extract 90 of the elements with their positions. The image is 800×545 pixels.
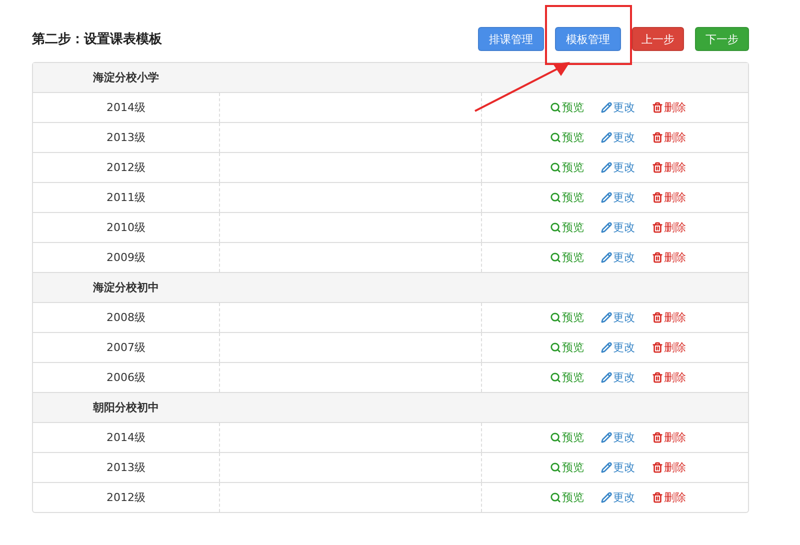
pencil-icon [601,372,612,383]
pencil-icon [601,192,612,203]
grade-cell: 2014级 [33,93,220,122]
search-icon [550,162,561,173]
page-title: 第二步：设置课表模板 [32,31,162,48]
pencil-icon [601,462,612,473]
edit-link[interactable]: 更改 [601,370,635,385]
pencil-icon [601,492,612,503]
edit-link[interactable]: 更改 [601,100,635,115]
trash-icon [652,342,663,353]
preview-link[interactable]: 预览 [550,310,584,325]
trash-icon [652,132,663,143]
delete-link[interactable]: 删除 [652,100,686,115]
trash-icon [652,492,663,503]
grade-cell: 2014级 [33,423,220,452]
delete-link[interactable]: 删除 [652,190,686,205]
pencil-icon [601,102,612,113]
delete-link[interactable]: 删除 [652,130,686,145]
delete-link[interactable]: 删除 [652,220,686,235]
edit-link[interactable]: 更改 [601,160,635,175]
delete-link[interactable]: 删除 [652,310,686,325]
preview-link[interactable]: 预览 [550,250,584,265]
grade-cell: 2012级 [33,483,220,512]
search-icon [550,102,561,113]
search-icon [550,432,561,443]
search-icon [550,312,561,323]
search-icon [550,462,561,473]
preview-link[interactable]: 预览 [550,130,584,145]
toolbar-button[interactable]: 排课管理 [478,27,544,51]
edit-link[interactable]: 更改 [601,340,635,355]
preview-link[interactable]: 预览 [550,160,584,175]
trash-icon [652,462,663,473]
preview-link[interactable]: 预览 [550,190,584,205]
edit-link[interactable]: 更改 [601,430,635,445]
delete-link[interactable]: 删除 [652,460,686,475]
trash-icon [652,312,663,323]
toolbar-button[interactable]: 模板管理 [555,27,621,51]
toolbar-button[interactable]: 上一步 [632,27,684,51]
edit-link[interactable]: 更改 [601,460,635,475]
search-icon [550,492,561,503]
pencil-icon [601,312,612,323]
trash-icon [652,102,663,113]
trash-icon [652,162,663,173]
delete-link[interactable]: 删除 [652,490,686,505]
preview-link[interactable]: 预览 [550,340,584,355]
grade-cell: 2008级 [33,303,220,332]
grade-cell: 2012级 [33,153,220,182]
delete-link[interactable]: 删除 [652,370,686,385]
preview-link[interactable]: 预览 [550,370,584,385]
search-icon [550,192,561,203]
grade-cell: 2011级 [33,183,220,212]
pencil-icon [601,342,612,353]
edit-link[interactable]: 更改 [601,250,635,265]
trash-icon [652,432,663,443]
toolbar-button[interactable]: 下一步 [695,27,749,51]
pencil-icon [601,252,612,263]
delete-link[interactable]: 删除 [652,250,686,265]
grade-cell: 2013级 [33,453,220,482]
group-name: 海淀分校初中 [92,280,160,295]
pencil-icon [601,162,612,173]
trash-icon [652,252,663,263]
edit-link[interactable]: 更改 [601,130,635,145]
grade-cell: 2007级 [33,333,220,362]
preview-link[interactable]: 预览 [550,220,584,235]
grade-cell: 2010级 [33,213,220,242]
search-icon [550,132,561,143]
trash-icon [652,192,663,203]
edit-link[interactable]: 更改 [601,220,635,235]
pencil-icon [601,132,612,143]
group-name: 海淀分校小学 [92,70,160,85]
trash-icon [652,372,663,383]
preview-link[interactable]: 预览 [550,460,584,475]
delete-link[interactable]: 删除 [652,160,686,175]
preview-link[interactable]: 预览 [550,430,584,445]
preview-link[interactable]: 预览 [550,490,584,505]
delete-link[interactable]: 删除 [652,430,686,445]
group-name: 朝阳分校初中 [92,400,160,415]
edit-link[interactable]: 更改 [601,190,635,205]
trash-icon [652,222,663,233]
edit-link[interactable]: 更改 [601,310,635,325]
search-icon [550,252,561,263]
pencil-icon [601,432,612,443]
search-icon [550,342,561,353]
delete-link[interactable]: 删除 [652,340,686,355]
pencil-icon [601,222,612,233]
search-icon [550,222,561,233]
preview-link[interactable]: 预览 [550,100,584,115]
search-icon [550,372,561,383]
grade-cell: 2013级 [33,123,220,152]
edit-link[interactable]: 更改 [601,490,635,505]
